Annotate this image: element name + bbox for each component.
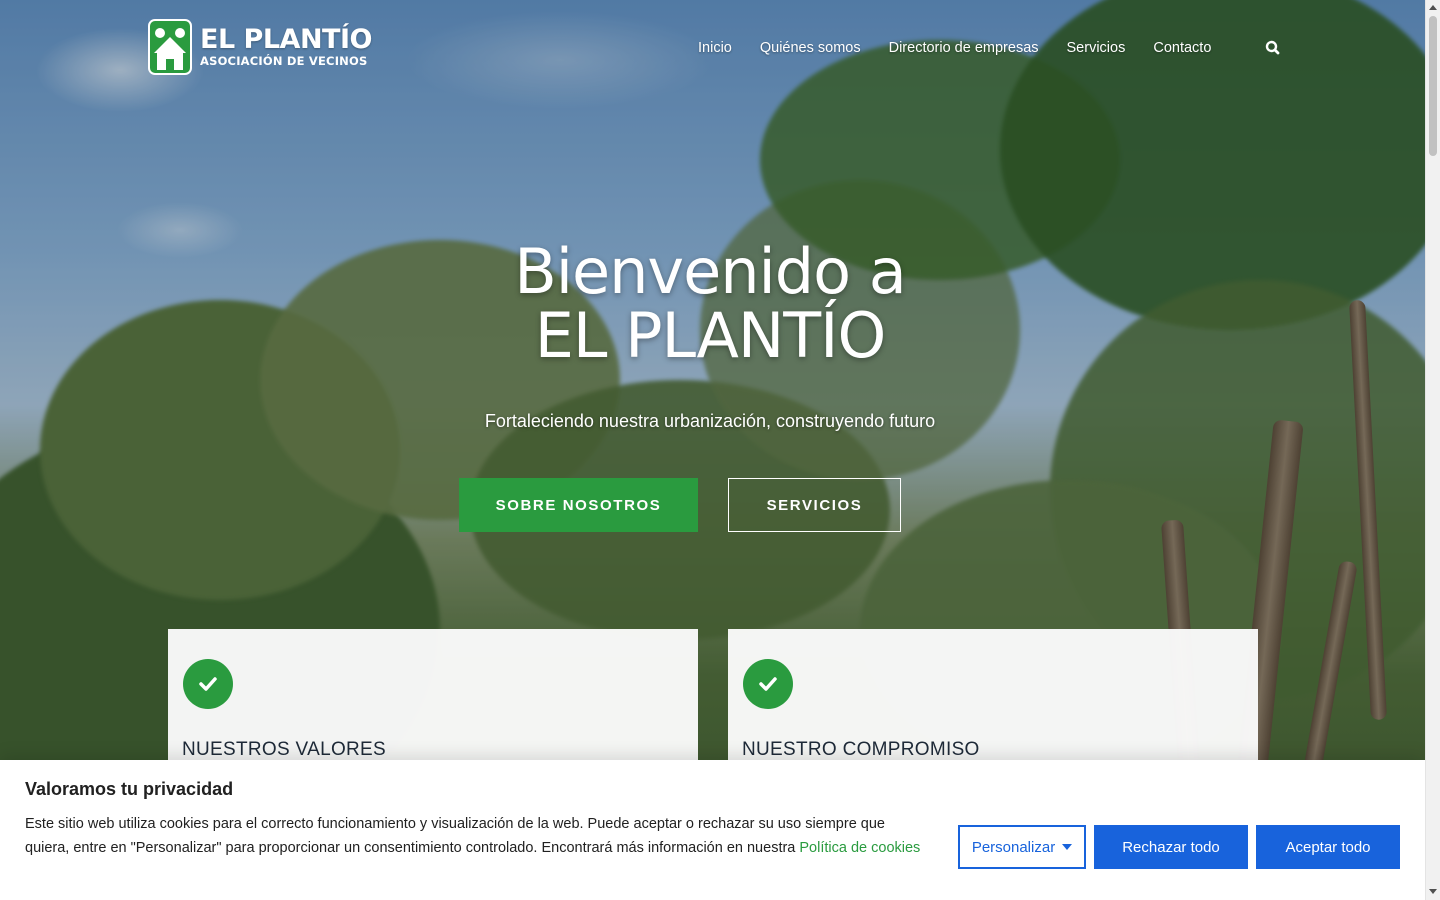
customize-button-label: Personalizar [971, 838, 1056, 856]
cookie-title: Valoramos tu privacidad [25, 779, 234, 799]
main-nav: Inicio Quiénes somos Directorio de empre… [684, 36, 1225, 60]
check-icon [183, 659, 233, 709]
logo-subtitle: ASOCIACIÓN DE VECINOS [200, 54, 368, 68]
commitment-card: NUESTRO COMPROMISO [728, 629, 1258, 769]
nav-item-servicios[interactable]: Servicios [1067, 40, 1126, 56]
reject-all-button[interactable]: Rechazar todo [1094, 825, 1248, 869]
site-header: EL PLANTÍO ASOCIACIÓN DE VECINOS Inicio … [0, 0, 1425, 95]
hero-title-line1: Bienvenido a [514, 235, 907, 308]
cookie-policy-link[interactable]: Política de cookies [799, 840, 920, 856]
nav-item-directorio[interactable]: Directorio de empresas [889, 40, 1039, 56]
cookie-text: Este sitio web utiliza cookies para el c… [25, 812, 925, 860]
cookie-banner: Valoramos tu privacidad Este sitio web u… [0, 760, 1425, 900]
site-logo[interactable]: EL PLANTÍO ASOCIACIÓN DE VECINOS [148, 18, 372, 76]
about-us-button[interactable]: SOBRE NOSOTROS [459, 478, 698, 532]
scrollbar-thumb[interactable] [1429, 16, 1437, 156]
logo-title: EL PLANTÍO [200, 24, 372, 55]
scroll-up-arrow-icon[interactable] [1429, 5, 1437, 10]
services-button[interactable]: SERVICIOS [728, 478, 901, 532]
hero-subtitle: Fortaleciendo nuestra urbanización, cons… [484, 411, 936, 431]
hero-title-line2: EL PLANTÍO [534, 299, 887, 372]
accept-all-button[interactable]: Aceptar todo [1256, 825, 1400, 869]
values-card: NUESTROS VALORES [168, 629, 698, 769]
check-icon [743, 659, 793, 709]
caret-down-icon [1062, 844, 1073, 850]
values-card-title: NUESTROS VALORES [182, 739, 386, 760]
nav-item-inicio[interactable]: Inicio [698, 40, 732, 56]
commitment-card-title: NUESTRO COMPROMISO [742, 739, 980, 760]
nav-item-quienes-somos[interactable]: Quiénes somos [760, 40, 861, 56]
page-scrollbar[interactable] [1425, 0, 1440, 900]
logo-house-icon [148, 19, 192, 75]
nav-item-contacto[interactable]: Contacto [1153, 40, 1211, 56]
hero-title: Bienvenido a EL PLANTÍO [360, 240, 1060, 368]
customize-button[interactable]: Personalizar [958, 825, 1086, 869]
cookie-text-body: Este sitio web utiliza cookies para el c… [25, 816, 885, 856]
scroll-down-arrow-icon[interactable] [1429, 889, 1437, 894]
search-icon[interactable] [1263, 38, 1283, 58]
